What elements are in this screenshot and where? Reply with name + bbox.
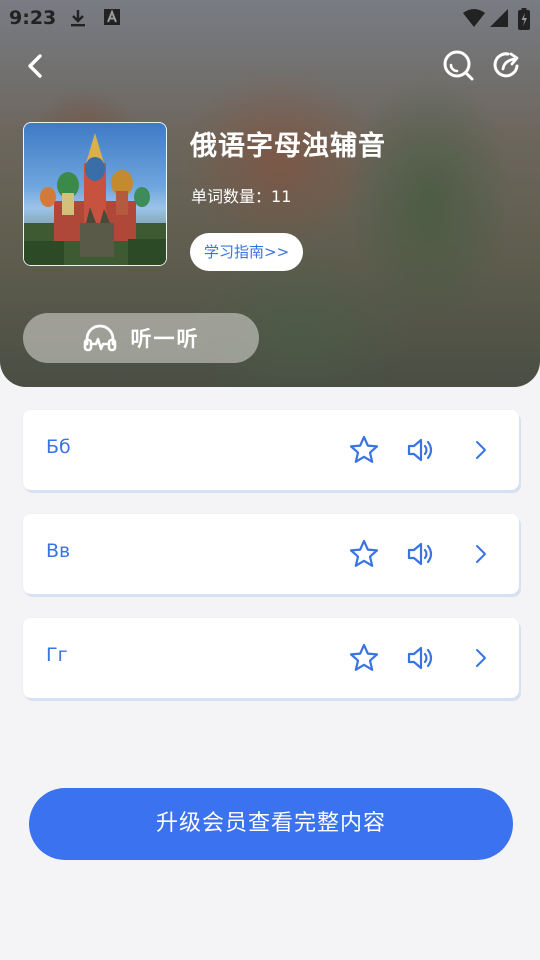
chevron-right-icon[interactable] — [465, 538, 497, 570]
speaker-icon[interactable] — [405, 434, 437, 466]
word-text: Бб — [46, 436, 71, 458]
download-icon — [71, 10, 85, 27]
star-icon[interactable] — [348, 642, 380, 674]
list-item[interactable]: Бб — [23, 410, 519, 490]
status-bar: 9:23 — [0, 0, 540, 36]
list-item[interactable]: Вв — [23, 514, 519, 594]
status-time: 9:23 — [9, 7, 57, 29]
back-button[interactable] — [20, 48, 52, 84]
cover-image — [23, 122, 167, 266]
cathedral-illustration — [24, 133, 166, 265]
study-guide-button[interactable]: 学习指南>> — [190, 233, 304, 271]
search-icon[interactable] — [441, 48, 475, 82]
speaker-icon[interactable] — [405, 538, 437, 570]
word-count-label: 单词数量： — [191, 187, 272, 206]
chevron-right-icon[interactable] — [465, 434, 497, 466]
upgrade-membership-button[interactable]: 升级会员查看完整内容 — [29, 788, 513, 860]
listen-label: 听一听 — [130, 327, 200, 351]
word-count-value: 11 — [271, 187, 292, 206]
word-text: Вв — [46, 540, 71, 562]
star-icon[interactable] — [348, 538, 380, 570]
speaker-icon[interactable] — [405, 642, 437, 674]
headphones-icon — [83, 324, 116, 352]
signal-icon — [490, 9, 508, 27]
word-count: 单词数量：11 — [191, 183, 291, 207]
page-title: 俄语字母浊辅音 — [190, 131, 386, 162]
battery-icon — [518, 8, 530, 30]
list-item[interactable]: Гг — [23, 618, 519, 698]
star-icon[interactable] — [348, 434, 380, 466]
listen-button[interactable]: 听一听 — [23, 313, 259, 363]
header-banner: 9:23 俄语字母浊辅音 单词数量：11 学习指南>> 听一听 — [0, 0, 540, 387]
app-notification-icon — [104, 9, 120, 25]
wifi-icon — [463, 9, 485, 27]
word-text: Гг — [46, 644, 68, 666]
share-icon[interactable] — [490, 48, 524, 82]
chevron-right-icon[interactable] — [465, 642, 497, 674]
